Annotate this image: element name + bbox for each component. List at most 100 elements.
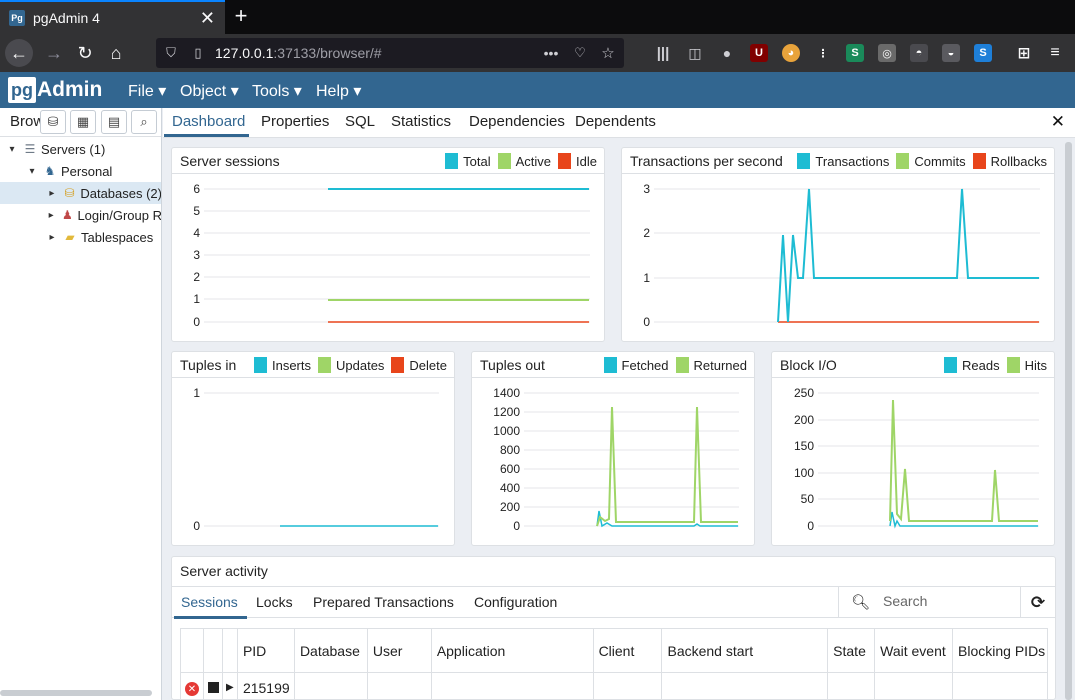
share-icon[interactable]: ⋮ [814, 44, 832, 62]
legend-swatch [318, 357, 331, 373]
more-actions-icon[interactable]: ••• [542, 44, 560, 62]
column-header[interactable]: User [366, 628, 432, 673]
dashboard-vertical-scrollbar[interactable] [1065, 142, 1072, 700]
tree-node-label: Personal [61, 163, 113, 179]
tab-sessions[interactable]: Sessions [181, 594, 238, 610]
back-icon[interactable]: ← [5, 39, 33, 67]
chart-legend: Total Active Idle [438, 153, 597, 169]
refresh-button[interactable]: ⟳ [1020, 587, 1055, 618]
tree-horizontal-scrollbar[interactable] [0, 690, 152, 696]
y-tick-label: 2 [643, 226, 650, 240]
y-tick-label: 1 [193, 386, 200, 400]
pgadmin-logo: pg Admin [8, 77, 102, 103]
column-header[interactable]: Blocking PIDs [952, 628, 1048, 673]
stylus-icon[interactable]: S [846, 44, 864, 62]
tab-statistics[interactable]: Statistics [391, 113, 451, 130]
hamburger-menu-icon[interactable]: ≡ [1046, 44, 1064, 62]
postgres-elephant-icon: ♞ [44, 164, 56, 178]
databases-icon: ⛁ [64, 186, 75, 200]
tab-configuration[interactable]: Configuration [474, 594, 557, 610]
reload-icon[interactable]: ↻ [71, 39, 99, 67]
extension-icon[interactable]: ◎ [878, 44, 896, 62]
close-panel-icon[interactable]: ✕ [1051, 112, 1065, 132]
sidebar-icon[interactable]: ◫ [686, 44, 704, 62]
s-extension-icon[interactable]: S [974, 44, 992, 62]
filtered-rows-icon[interactable]: ▤ [101, 110, 127, 134]
bookmark-star-icon[interactable]: ☆ [599, 44, 617, 62]
forward-icon[interactable]: → [40, 39, 68, 67]
y-tick-label: 0 [807, 519, 814, 533]
url-bar[interactable]: ⛉ ▯ 127.0.0.1:37133/browser/# ••• ♡ ☆ [156, 38, 624, 68]
tampermonkey-icon[interactable]: ◕ [782, 44, 800, 62]
terminate-session-icon[interactable]: ✕ [185, 682, 199, 697]
chart-title: Block I/O [780, 357, 837, 373]
y-tick-label: 400 [500, 481, 520, 495]
browser-tabbar: Pg pgAdmin 4 ✕ + [0, 0, 1075, 34]
browser-tab[interactable]: Pg pgAdmin 4 ✕ [0, 0, 225, 34]
chart-legend: Fetched Returned [597, 357, 747, 373]
tree-node-databases[interactable]: ▸ ⛁ Databases (2) [0, 182, 161, 204]
app-menubar: pg Admin File ▾ Object ▾ Tools ▾ Help ▾ [0, 72, 1075, 108]
pocket-icon[interactable]: ♡ [571, 44, 589, 62]
search-input[interactable] [883, 593, 1013, 609]
ublock-icon[interactable]: U [750, 44, 768, 62]
column-header[interactable]: State [827, 628, 876, 673]
sessions-table: PID Database User Application Client Bac… [180, 628, 1048, 700]
query-tool-icon[interactable]: ⛁ [40, 110, 66, 134]
home-icon[interactable]: ⌂ [102, 39, 130, 67]
y-tick-label: 250 [794, 386, 814, 400]
column-header[interactable]: Application [430, 628, 594, 673]
view-data-icon[interactable]: ▦ [70, 110, 96, 134]
collapse-chevron-icon[interactable]: ▾ [5, 144, 19, 155]
table-header-row: PID Database User Application Client Bac… [180, 628, 1048, 673]
tab-prepared-transactions[interactable]: Prepared Transactions [313, 594, 454, 610]
expand-chevron-icon[interactable]: ▸ [45, 210, 57, 221]
y-tick-label: 0 [643, 315, 650, 329]
tab-sql[interactable]: SQL [345, 113, 375, 130]
tab-dashboard[interactable]: Dashboard [172, 113, 245, 130]
menu-file[interactable]: File ▾ [128, 81, 166, 101]
search-icon: 🔍︎ [851, 594, 871, 611]
cancel-query-icon[interactable] [207, 681, 219, 693]
tree-node-personal[interactable]: ▾ ♞ Personal [0, 160, 161, 182]
library-icon[interactable]: ||| [654, 44, 672, 62]
tree-node-tablespaces[interactable]: ▸ ▰ Tablespaces [0, 226, 161, 248]
y-tick-label: 200 [794, 413, 814, 427]
close-tab-icon[interactable]: ✕ [200, 8, 215, 29]
menu-help[interactable]: Help ▾ [316, 81, 361, 101]
expand-chevron-icon[interactable]: ▸ [45, 232, 59, 243]
column-header[interactable]: Wait event [874, 628, 954, 673]
extensions-icon[interactable]: ⊞ [1015, 44, 1033, 62]
tree-node-servers[interactable]: ▾ ☰ Servers (1) [0, 138, 161, 160]
tab-locks[interactable]: Locks [256, 594, 293, 610]
search-objects-icon[interactable]: ⌕ [131, 110, 157, 134]
tab-dependencies[interactable]: Dependencies [469, 113, 565, 130]
menu-object[interactable]: Object ▾ [180, 81, 239, 101]
collapse-chevron-icon[interactable]: ▾ [25, 166, 39, 177]
account-icon[interactable]: ● [718, 44, 736, 62]
expand-row-icon[interactable]: ▶ [226, 682, 234, 693]
y-tick-label: 1200 [493, 405, 520, 419]
column-header[interactable]: Client [592, 628, 663, 673]
url-text[interactable]: 127.0.0.1:37133/browser/# [215, 45, 382, 61]
shield-icon[interactable]: ⛉ [162, 44, 180, 62]
column-header[interactable]: Database [293, 628, 368, 673]
y-tick-label: 3 [643, 182, 650, 196]
block-io-card: Block I/O Reads Hits 0 50 100 150 200 25… [771, 351, 1055, 546]
tree-node-login-roles[interactable]: ▸ ♟ Login/Group R [0, 204, 161, 226]
y-tick-label: 3 [193, 248, 200, 262]
y-tick-label: 800 [500, 443, 520, 457]
incognito-icon[interactable]: ◓ [910, 44, 928, 62]
column-header[interactable]: Backend start [661, 628, 829, 673]
new-tab-icon[interactable]: + [230, 3, 252, 29]
column-header[interactable]: PID [236, 628, 295, 673]
ninja-icon[interactable]: ◒ [942, 44, 960, 62]
table-row[interactable]: ✕ ▶ 215199 [180, 672, 1048, 700]
tab-properties[interactable]: Properties [261, 113, 329, 130]
y-tick-label: 200 [500, 500, 520, 514]
page-icon[interactable]: ▯ [189, 44, 207, 62]
series-hits-line [889, 399, 1038, 522]
menu-tools[interactable]: Tools ▾ [252, 81, 302, 101]
expand-chevron-icon[interactable]: ▸ [45, 188, 59, 199]
tab-dependents[interactable]: Dependents [575, 113, 656, 130]
